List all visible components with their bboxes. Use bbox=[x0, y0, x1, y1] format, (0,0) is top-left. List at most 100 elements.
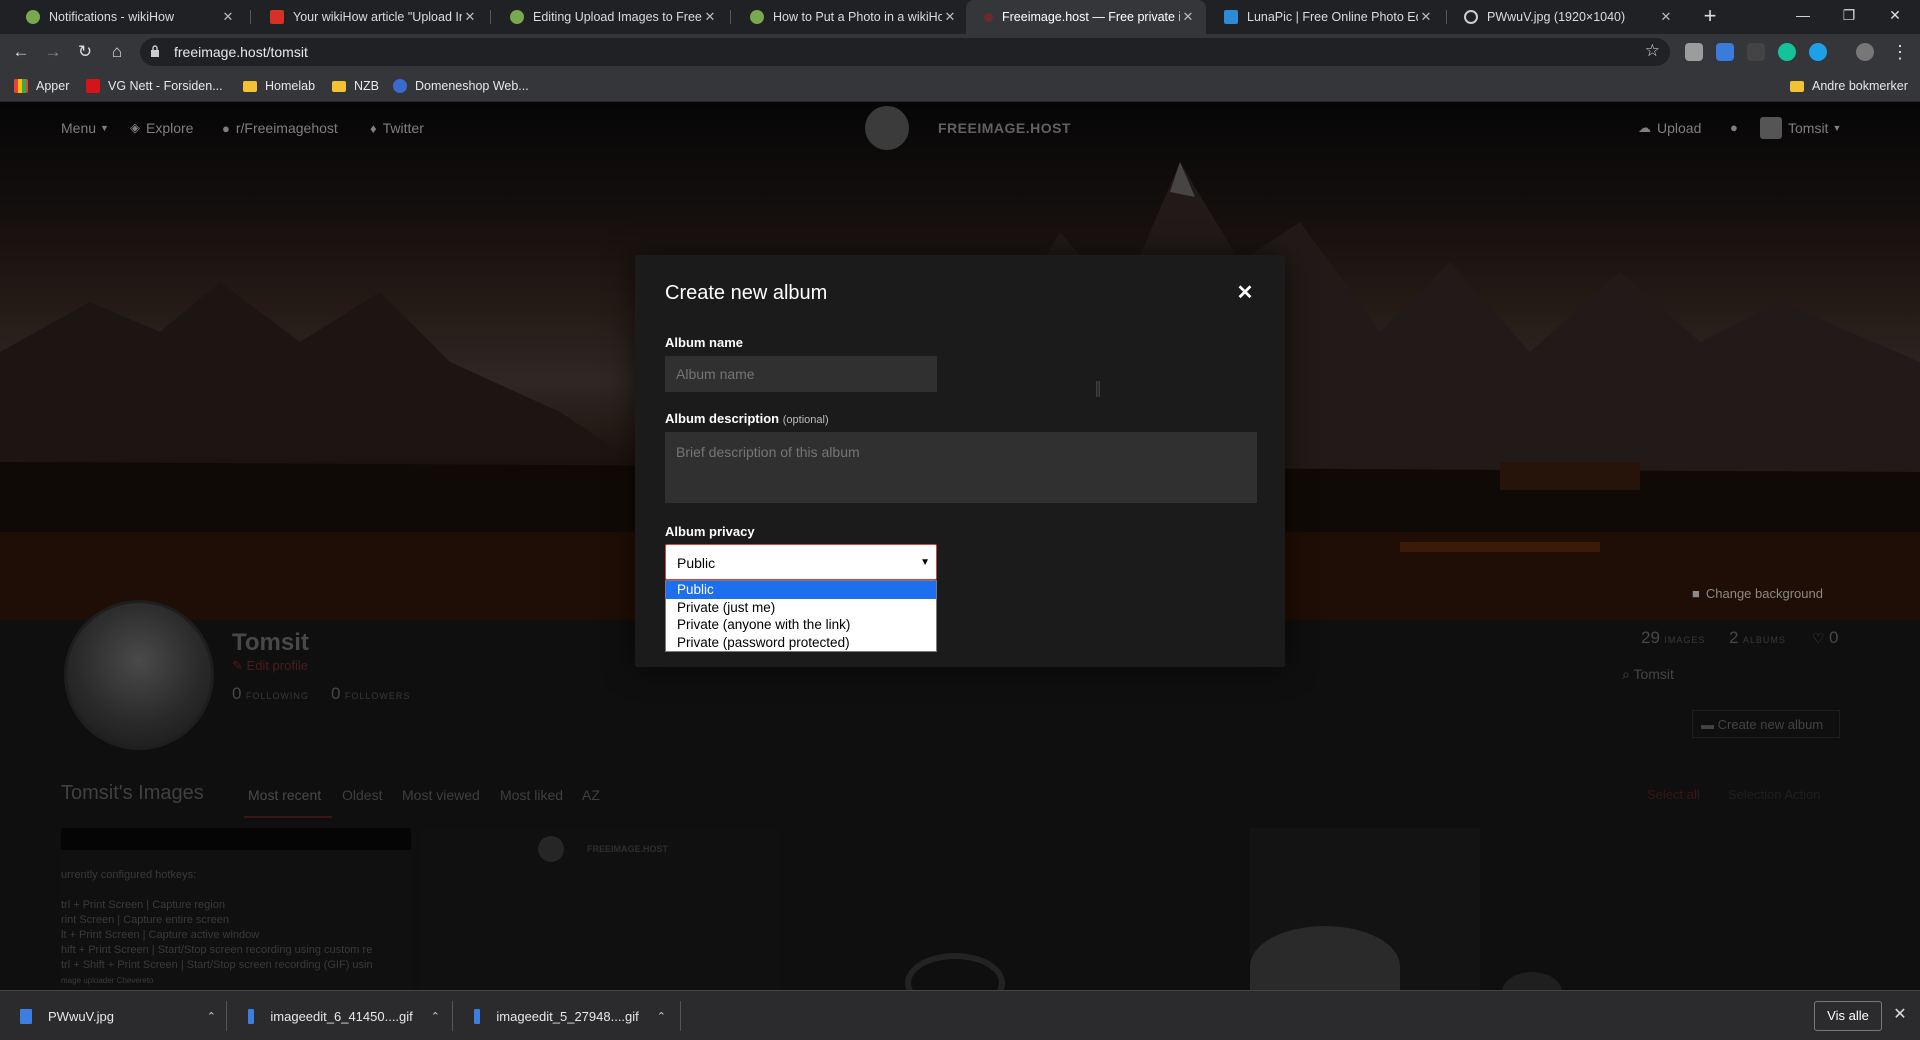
download-item[interactable]: imageedit_6_41450....gif ⌃ bbox=[248, 991, 440, 1040]
browser-tab-active[interactable]: Freeimage.host — Free private im ✕ bbox=[966, 0, 1206, 34]
tab-most-viewed[interactable]: Most viewed bbox=[402, 787, 480, 803]
close-window-button[interactable]: ✕ bbox=[1872, 0, 1918, 34]
privacy-option-password[interactable]: Private (password protected) bbox=[666, 634, 936, 652]
upload-button[interactable]: ☁ Upload bbox=[1638, 120, 1701, 136]
browser-tab[interactable]: Notifications - wikiHow ✕ bbox=[8, 0, 246, 34]
privacy-option-public[interactable]: Public bbox=[666, 581, 936, 599]
address-bar[interactable]: freeimage.host/tomsit ☆ bbox=[140, 38, 1670, 66]
other-bookmarks[interactable]: Andre bokmerker bbox=[1790, 77, 1908, 95]
chevron-up-icon[interactable]: ⌃ bbox=[207, 1010, 216, 1023]
bookmark-folder-nzb[interactable]: NZB bbox=[332, 77, 379, 95]
grammarly-icon[interactable] bbox=[1778, 43, 1796, 61]
freeimage-logo-icon bbox=[538, 836, 564, 862]
images-stat[interactable]: 29 IMAGES bbox=[1641, 628, 1705, 648]
chevron-up-icon[interactable]: ⌃ bbox=[431, 1010, 440, 1023]
browser-tab-strip: Notifications - wikiHow ✕ Your wikiHow a… bbox=[0, 0, 1920, 34]
minimize-window-button[interactable]: — bbox=[1780, 0, 1826, 34]
reddit-icon: ● bbox=[222, 120, 230, 136]
browser-tab[interactable]: LunaPic | Free Online Photo Edito ✕ bbox=[1206, 0, 1444, 34]
tab-az[interactable]: AZ bbox=[582, 787, 600, 803]
back-button[interactable]: ← bbox=[8, 39, 34, 65]
freeimage-logo-icon[interactable] bbox=[865, 106, 909, 150]
explore-link[interactable]: ◈ Explore bbox=[130, 120, 193, 136]
close-icon[interactable]: ✕ bbox=[1235, 283, 1255, 303]
bookmarks-bar: Apper VG Nett - Forsiden... Homelab NZB … bbox=[0, 70, 1920, 102]
tab-most-recent[interactable]: Most recent bbox=[248, 787, 321, 803]
chevron-up-icon[interactable]: ⌃ bbox=[657, 1010, 666, 1023]
address-url: freeimage.host/tomsit bbox=[174, 44, 308, 60]
following-stat[interactable]: 0 FOLLOWING bbox=[232, 684, 309, 704]
twitter-link[interactable]: ♦ Twitter bbox=[370, 120, 424, 136]
home-button[interactable]: ⌂ bbox=[104, 39, 130, 65]
extension-icon[interactable] bbox=[1809, 43, 1827, 61]
gmail-icon bbox=[270, 10, 284, 24]
album-name-label: Album name bbox=[665, 335, 744, 350]
file-icon bbox=[474, 1008, 481, 1024]
followers-stat[interactable]: 0 FOLLOWERS bbox=[331, 684, 410, 704]
tab-oldest[interactable]: Oldest bbox=[342, 787, 382, 803]
reload-button[interactable]: ↻ bbox=[72, 39, 98, 65]
privacy-option-link[interactable]: Private (anyone with the link) bbox=[666, 616, 936, 634]
album-name-input[interactable] bbox=[665, 356, 937, 392]
browser-tab[interactable]: Editing Upload Images to Freeim ✕ bbox=[492, 0, 728, 34]
close-tab-icon[interactable]: ✕ bbox=[462, 9, 478, 25]
download-extension-icon[interactable] bbox=[1716, 43, 1734, 61]
likes-stat[interactable]: ♡ 0 bbox=[1812, 628, 1838, 648]
create-new-album-button[interactable]: ▬ Create new album bbox=[1692, 710, 1840, 738]
gallery-thumbnail[interactable]: urrently configured hotkeys: trl + Print… bbox=[61, 828, 411, 990]
gallery-thumbnail[interactable] bbox=[790, 828, 1240, 990]
privacy-options-list: Public Private (just me) Private (anyone… bbox=[665, 580, 937, 652]
gallery-thumbnail[interactable]: FREEIMAGE.HOST bbox=[420, 828, 780, 990]
profile-search-input[interactable]: ⌕ Tomsit bbox=[1622, 666, 1674, 683]
new-tab-button[interactable]: + bbox=[1697, 4, 1723, 30]
user-avatar-small[interactable] bbox=[1760, 117, 1782, 139]
bookmark-star-icon[interactable]: ☆ bbox=[1645, 41, 1660, 61]
folder-icon bbox=[1790, 80, 1804, 92]
restore-window-button[interactable]: ❐ bbox=[1826, 0, 1872, 34]
albums-stat[interactable]: 2 ALBUMS bbox=[1729, 628, 1786, 648]
gallery-thumbnail[interactable] bbox=[1250, 828, 1480, 990]
lunapic-icon bbox=[1224, 10, 1238, 24]
extension-icon[interactable] bbox=[1747, 43, 1765, 61]
close-tab-icon[interactable]: ✕ bbox=[1418, 9, 1434, 25]
download-item[interactable]: PWwuV.jpg ⌃ bbox=[20, 991, 216, 1040]
select-all-link[interactable]: Select all bbox=[1647, 787, 1700, 802]
folder-icon bbox=[243, 80, 257, 92]
caret-down-icon: ▼ bbox=[920, 557, 930, 568]
close-tab-icon[interactable]: ✕ bbox=[942, 9, 958, 25]
close-tab-icon[interactable]: ✕ bbox=[702, 9, 718, 25]
gallery-thumbnail[interactable] bbox=[1490, 828, 1850, 990]
profile-icon[interactable] bbox=[1856, 43, 1874, 61]
selection-action-dropdown[interactable]: Selection Action bbox=[1728, 787, 1821, 802]
globe-icon bbox=[1464, 10, 1478, 24]
browser-tab[interactable]: How to Put a Photo in a wikiHow ✕ bbox=[732, 0, 968, 34]
menu-dropdown[interactable]: Menu ▼ bbox=[61, 120, 115, 136]
close-tab-icon[interactable]: ✕ bbox=[1180, 9, 1196, 25]
download-item[interactable]: imageedit_5_27948....gif ⌃ bbox=[474, 991, 666, 1040]
bookmark-vg[interactable]: VG Nett - Forsiden... bbox=[86, 77, 223, 95]
album-privacy-select[interactable]: Public ▼ bbox=[665, 544, 937, 580]
album-description-input[interactable] bbox=[665, 432, 1257, 503]
extension-icon[interactable] bbox=[1685, 43, 1703, 61]
browser-menu-icon[interactable]: ⋮ bbox=[1890, 40, 1910, 64]
notifications-icon[interactable]: ● bbox=[1730, 120, 1744, 135]
profile-name[interactable]: Tomsit bbox=[232, 629, 309, 657]
show-all-downloads-button[interactable]: Vis alle bbox=[1814, 1001, 1882, 1031]
edit-profile-link[interactable]: ✎ Edit profile bbox=[232, 658, 308, 674]
folder-icon bbox=[332, 80, 346, 92]
privacy-option-private[interactable]: Private (just me) bbox=[666, 599, 936, 617]
close-tab-icon[interactable]: ✕ bbox=[1658, 9, 1674, 25]
browser-tab[interactable]: Your wikiHow article "Upload Ima ✕ bbox=[252, 0, 488, 34]
bookmark-folder-homelab[interactable]: Homelab bbox=[243, 77, 315, 95]
user-menu-dropdown[interactable]: Tomsit ▼ bbox=[1788, 120, 1847, 136]
tab-most-liked[interactable]: Most liked bbox=[500, 787, 563, 803]
forward-button[interactable]: → bbox=[40, 39, 66, 65]
browser-tab[interactable]: PWwuV.jpg (1920×1040) ✕ bbox=[1446, 0, 1684, 34]
bookmark-apps[interactable]: Apper bbox=[14, 77, 69, 95]
site-brand[interactable]: FREEIMAGE.HOST bbox=[938, 120, 1071, 136]
close-tab-icon[interactable]: ✕ bbox=[220, 9, 236, 25]
bookmark-domeneshop[interactable]: Domeneshop Web... bbox=[393, 77, 529, 95]
close-downloads-icon[interactable]: ✕ bbox=[1890, 1005, 1910, 1025]
reddit-link[interactable]: ● r/Freeimagehost bbox=[222, 120, 338, 136]
change-background-button[interactable]: ■ Change background bbox=[1692, 586, 1823, 601]
